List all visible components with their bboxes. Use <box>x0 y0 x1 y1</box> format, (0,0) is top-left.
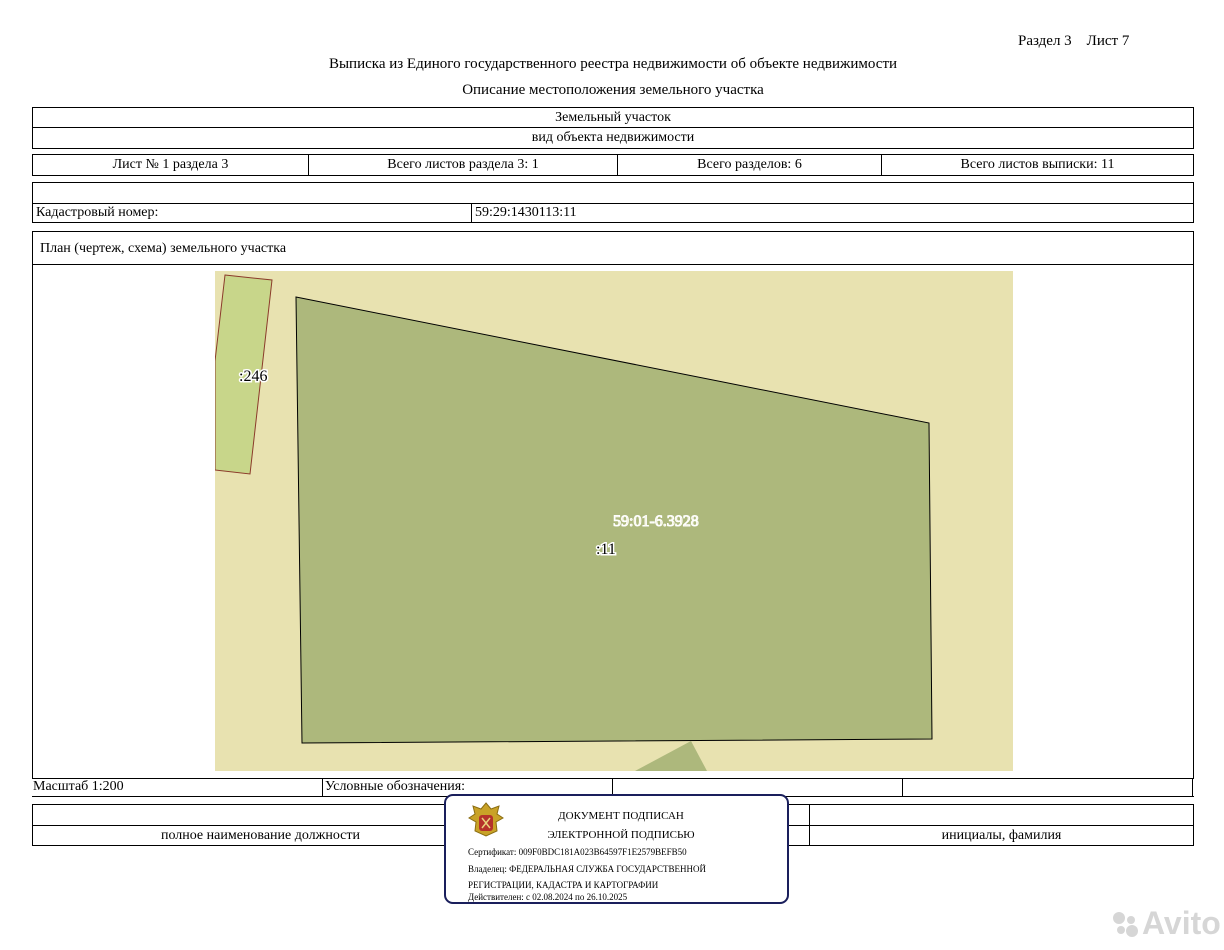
parcel-map: :246 59:01-6.3928 :11 <box>215 271 1013 771</box>
document-subtitle: Описание местоположения земельного участ… <box>462 82 764 98</box>
watermark-text: Avito <box>1142 905 1221 941</box>
cadastral-row: Кадастровый номер: 59:29:1430113:11 <box>32 203 1194 223</box>
esign-owner-line2: РЕГИСТРАЦИИ, КАДАСТРА И КАРТОГРАФИИ <box>468 880 659 890</box>
scale-label: Масштаб 1:200 <box>33 779 124 794</box>
legend-label: Условные обозначения: <box>325 779 466 794</box>
esign-valid: Действителен: с 02.08.2024 по 26.10.2025 <box>468 892 628 902</box>
emblem-icon <box>468 802 504 837</box>
sheet-info-row: Лист № 1 раздела 3 Всего листов раздела … <box>32 154 1194 176</box>
position-caption: полное наименование должности <box>160 827 361 843</box>
avito-watermark: Avito <box>1110 905 1221 942</box>
total-sections: Всего разделов: 6 <box>618 155 882 175</box>
esign-owner-line1: Владелец: ФЕДЕРАЛЬНАЯ СЛУЖБА ГОСУДАРСТВЕ… <box>468 864 707 874</box>
label-neighbor-246: :246 <box>239 368 267 385</box>
plan-title: План (чертеж, схема) земельного участка <box>40 241 287 256</box>
document-title: Выписка из Единого государственного реес… <box>328 56 898 72</box>
object-type-caption: вид объекта недвижимости <box>531 130 695 145</box>
section-sheet-label: Раздел 3 Лист 7 <box>1018 33 1130 49</box>
esign-stamp: ДОКУМЕНТ ПОДПИСАН ЭЛЕКТРОННОЙ ПОДПИСЬЮ С… <box>444 794 789 904</box>
total-section-sheets: Всего листов раздела 3: 1 <box>309 155 618 175</box>
cadastral-label: Кадастровый номер: <box>36 205 159 220</box>
empty-row <box>32 182 1194 204</box>
esign-line2: ЭЛЕКТРОННОЙ ПОДПИСЬЮ <box>547 829 695 841</box>
cadastral-value: 59:29:1430113:11 <box>475 205 577 220</box>
avito-logo-icon <box>1113 911 1138 937</box>
label-parcel-11: :11 <box>596 541 616 558</box>
object-type-value: Земельный участок <box>33 108 1193 128</box>
total-extract-sheets: Всего листов выписки: 11 <box>960 157 1115 172</box>
esign-certificate: Сертификат: 009F0BDC181A023B64597F1E2579… <box>468 847 687 857</box>
initials-caption: инициалы, фамилия <box>941 827 1062 843</box>
object-type-block: Земельный участок вид объекта недвижимос… <box>32 107 1194 149</box>
label-quarter: 59:01-6.3928 <box>613 513 699 530</box>
esign-line1: ДОКУМЕНТ ПОДПИСАН <box>558 810 684 822</box>
sheet-number: Лист № 1 раздела 3 <box>33 155 309 175</box>
